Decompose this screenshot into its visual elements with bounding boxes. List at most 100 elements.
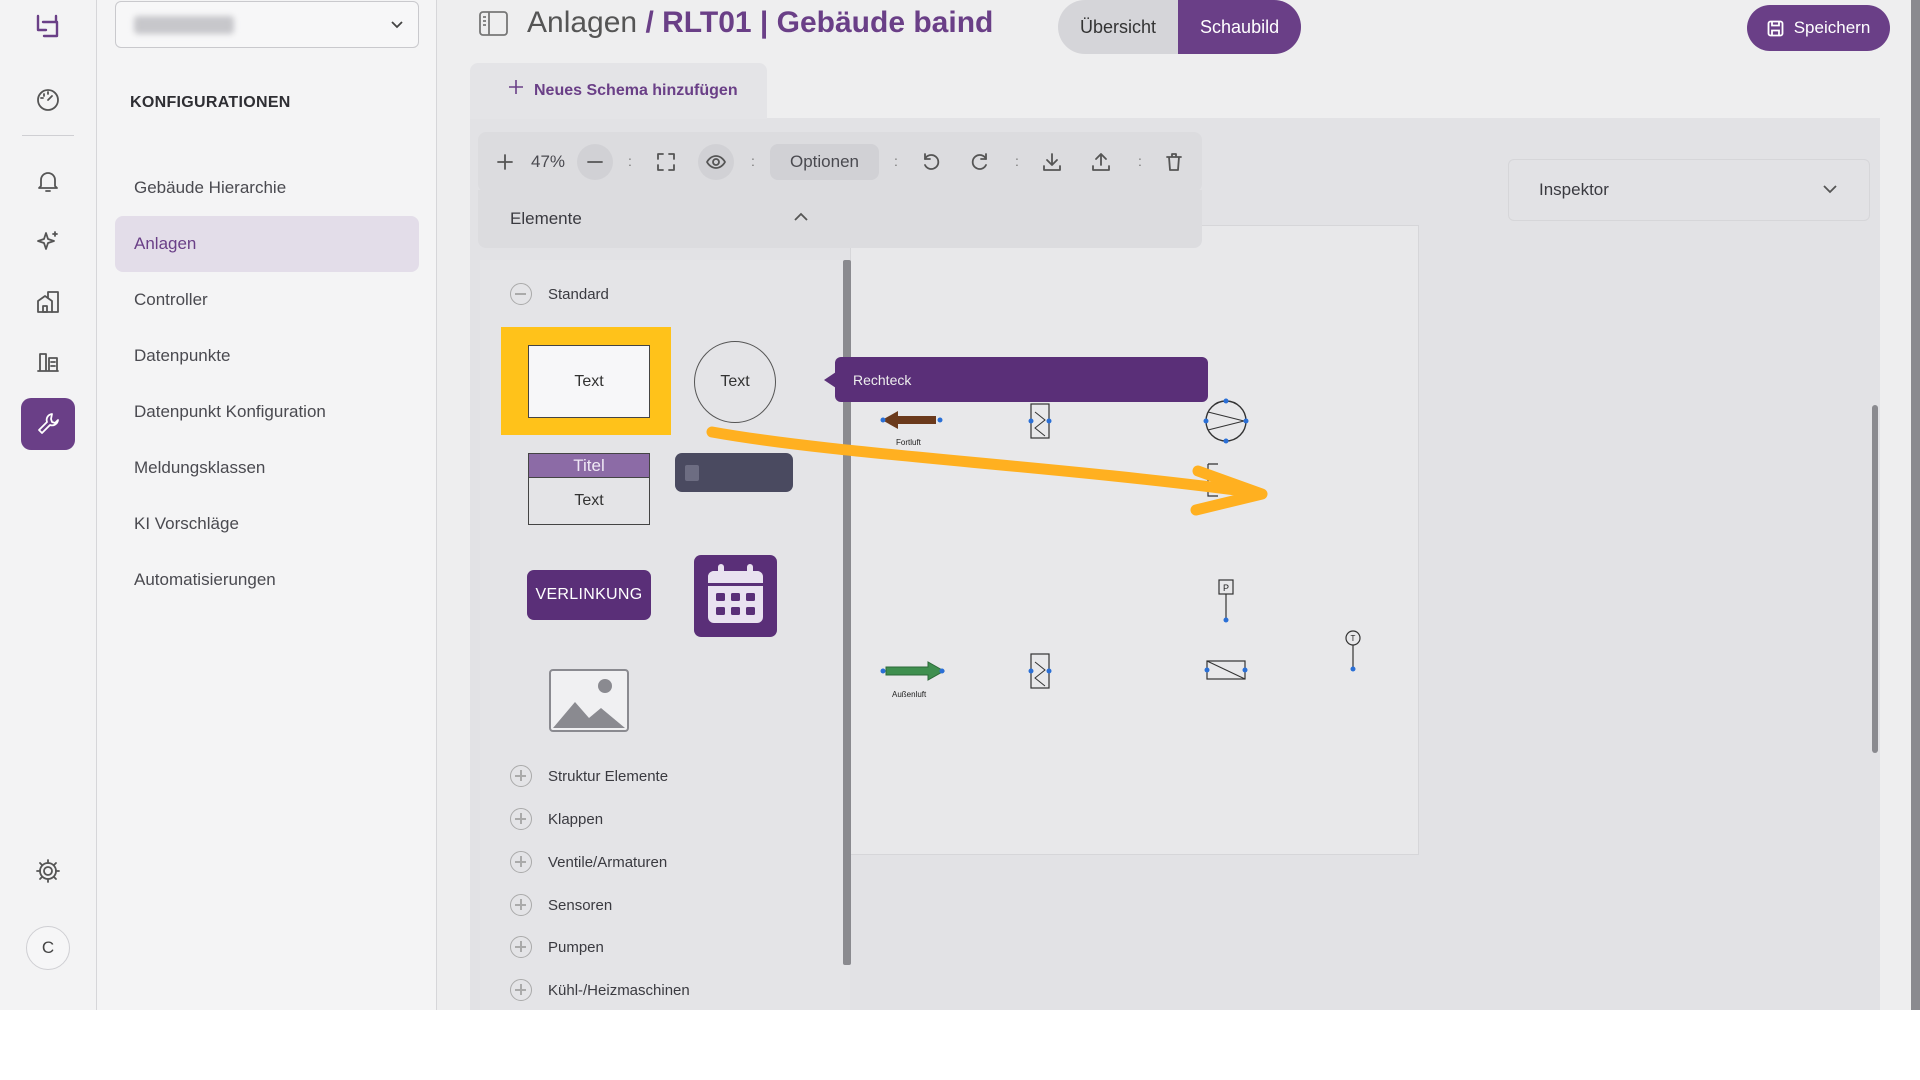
category-ventile-armaturen[interactable]: Ventile/Armaturen [510,850,667,874]
undo-button[interactable] [915,144,947,180]
tab-uebersicht[interactable]: Übersicht [1058,0,1178,54]
category-struktur-elemente[interactable]: Struktur Elemente [510,764,668,788]
category-sensoren[interactable]: Sensoren [510,893,612,917]
save-button-label: Speichern [1793,18,1871,37]
toolbar-separator: : [1138,153,1142,169]
dashboard-icon[interactable] [21,74,75,126]
schema-canvas[interactable] [850,225,1419,855]
heat-exchanger-symbol[interactable] [1202,655,1250,685]
fit-screen-button[interactable] [650,144,682,180]
palette-link-button[interactable]: VERLINKUNG [527,570,651,620]
palette-calendar[interactable] [694,555,777,637]
plus-icon [497,154,513,170]
save-button[interactable]: Speichern [1747,5,1890,51]
elements-panel-header[interactable]: Elemente [478,190,1202,248]
editor-scrollbar[interactable] [1872,405,1878,753]
breadcrumb-current: RLT01 | Gebäude baind [662,6,994,39]
palette-rectangle[interactable]: Text [528,345,650,418]
palette-image-icon[interactable] [549,669,629,732]
wrench-icon[interactable] [21,398,75,450]
options-button[interactable]: Optionen [770,144,879,180]
inspector-label: Inspektor [1539,180,1609,199]
category-label: Ventile/Armaturen [548,853,668,871]
preview-button[interactable] [698,144,734,180]
temperature-sensor-symbol[interactable]: T [1342,628,1364,674]
nav-item-datenpunkte[interactable]: Datenpunkte [115,328,419,384]
category-standard[interactable]: Standard [510,282,609,306]
toolbar-separator: : [751,153,755,169]
category-label: Klappen [548,810,604,828]
inspector-panel[interactable]: Inspektor [1508,159,1870,221]
zoom-level: 47% [530,152,566,171]
save-icon [1767,20,1784,36]
redo-button[interactable] [964,144,996,180]
aussenluft-label: Außenluft [892,690,927,699]
chevron-up-icon[interactable] [791,207,811,227]
expand-icon [510,894,532,916]
plus-icon [509,80,523,94]
toolbar-separator: : [894,153,898,169]
undo-icon [924,153,940,170]
rail-divider [22,135,74,136]
logo-icon[interactable] [21,0,75,52]
category-klappen[interactable]: Klappen [510,807,603,831]
aussenluft-arrow-symbol[interactable] [878,656,948,686]
collapse-icon [510,283,532,305]
fortluft-label: Fortluft [896,438,921,447]
nav-item-datenpunkt-konfiguration[interactable]: Datenpunkt Konfiguration [115,384,419,440]
icon-rail: C [0,0,97,1010]
nav-item-anlagen[interactable]: Anlagen [115,216,419,272]
gear-icon[interactable] [21,845,75,897]
fan-symbol[interactable] [1202,397,1250,445]
devices-icon[interactable] [21,336,75,388]
sparkle-icon[interactable] [21,216,75,268]
trash-icon [1166,153,1182,171]
calendar-icon [708,564,763,623]
toolbar-separator: : [1015,153,1019,169]
download-button[interactable] [1036,144,1068,180]
filter-symbol[interactable] [1027,402,1053,440]
upload-button[interactable] [1085,144,1117,180]
card-text: Text [574,492,604,509]
nav-item-gebaeude-hierarchie[interactable]: Gebäude Hierarchie [115,160,419,216]
category-label: Pumpen [548,938,604,956]
category-label: Standard [548,285,609,303]
zoom-in-button[interactable] [490,144,520,180]
app-window: C KONFIGURATIONEN Gebäude Hierarchie Anl… [0,0,1920,1010]
project-select[interactable] [115,1,419,48]
expand-icon [510,979,532,1001]
user-avatar[interactable]: C [26,926,70,970]
page-scrollbar[interactable] [1911,0,1920,1010]
eye-icon [706,155,726,169]
filter-symbol[interactable] [1027,652,1053,690]
nav-item-ki-vorschlaege[interactable]: KI Vorschläge [115,496,419,552]
pressure-sensor-symbol[interactable]: P [1215,577,1237,625]
card-title: Titel [529,454,649,478]
nav-item-meldungsklassen[interactable]: Meldungsklassen [115,440,419,496]
delete-button[interactable] [1158,144,1190,180]
palette-value-bar[interactable] [675,453,793,492]
category-pumpen[interactable]: Pumpen [510,935,604,959]
building-icon[interactable] [21,276,75,328]
view-toggle: Übersicht Schaubild [1058,0,1302,54]
zoom-out-button[interactable] [577,144,613,180]
bell-icon[interactable] [21,155,75,207]
tab-schaubild[interactable]: Schaubild [1178,0,1302,54]
nav-item-automatisierungen[interactable]: Automatisierungen [115,552,419,608]
elements-panel-title: Elemente [510,209,582,228]
category-label: Struktur Elemente [548,767,669,785]
palette-title-card[interactable]: Titel Text [528,453,650,525]
add-schema-tab[interactable]: Neues Schema hinzufügen [470,63,767,119]
redo-icon [971,153,987,170]
breadcrumb-parent[interactable]: Anlagen [527,6,637,39]
chevron-down-icon[interactable] [1820,179,1840,199]
expand-icon [510,851,532,873]
config-nav-panel: KONFIGURATIONEN Gebäude Hierarchie Anlag… [97,0,437,1010]
fortluft-arrow-symbol[interactable] [878,405,948,435]
palette-circle[interactable]: Text [694,341,776,423]
sidebar-toggle-icon[interactable] [478,10,510,38]
damper-symbol-partial[interactable] [1204,458,1234,502]
category-kuehl-heizmaschinen[interactable]: Kühl-/Heizmaschinen [510,978,690,1002]
nav-item-controller[interactable]: Controller [115,272,419,328]
minus-icon [587,161,603,163]
